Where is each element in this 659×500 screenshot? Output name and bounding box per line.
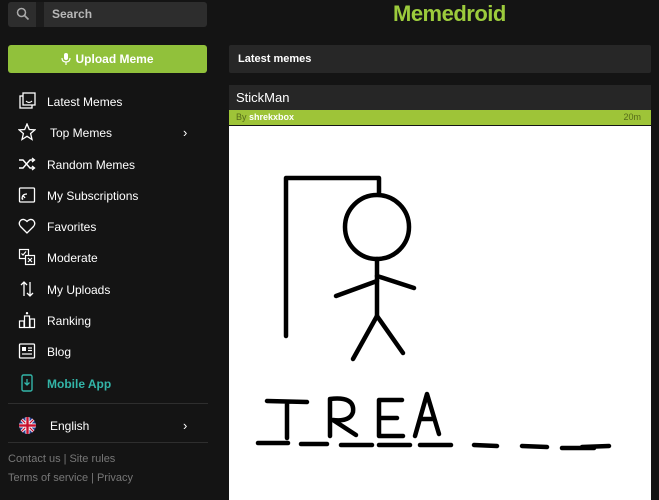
- sidebar-item-moderate[interactable]: Moderate: [0, 242, 218, 273]
- sidebar-nav: Latest Memes Top Memes › Random Memes My…: [0, 86, 218, 399]
- meme-card: StickMan By shrekxbox 20m: [229, 85, 651, 500]
- upload-meme-button[interactable]: Upload Meme: [8, 45, 207, 73]
- meme-title-bar[interactable]: StickMan: [229, 85, 651, 110]
- section-title: Latest memes: [238, 53, 312, 65]
- star-icon: [18, 123, 36, 142]
- language-label: English: [50, 419, 90, 433]
- sidebar-item-mobile-app[interactable]: Mobile App: [0, 368, 218, 399]
- sidebar-item-label: Moderate: [47, 251, 98, 266]
- chevron-right-icon: ›: [183, 125, 188, 141]
- post-age: 20m: [623, 112, 641, 122]
- meme-byline: By shrekxbox 20m: [229, 110, 651, 125]
- privacy-link[interactable]: Privacy: [97, 472, 133, 484]
- sidebar-item-label: Mobile App: [47, 376, 112, 391]
- sidebar-item-my-uploads[interactable]: My Uploads: [0, 274, 218, 305]
- separator: |: [91, 472, 94, 484]
- mobile-icon: [21, 373, 33, 392]
- search-input[interactable]: [52, 5, 202, 23]
- search-box[interactable]: [8, 2, 207, 27]
- sidebar-item-latest-memes[interactable]: Latest Memes: [0, 86, 218, 117]
- sidebar-item-ranking[interactable]: Ranking: [0, 305, 218, 336]
- divider: [8, 403, 208, 404]
- shuffle-icon: [19, 157, 36, 171]
- sidebar-item-label: Latest Memes: [47, 95, 123, 109]
- hangman-drawing: [255, 175, 612, 451]
- site-logo[interactable]: Memedroid: [393, 1, 506, 27]
- meme-image[interactable]: [229, 126, 651, 500]
- sidebar-item-label: Random Memes: [47, 157, 136, 172]
- sidebar-item-random-memes[interactable]: Random Memes: [0, 149, 218, 180]
- sidebar-item-label: My Subscriptions: [47, 188, 139, 203]
- top-bar: Memedroid: [0, 0, 659, 30]
- sidebar-item-label: Top Memes: [50, 126, 113, 141]
- sidebar-item-label: My Uploads: [47, 282, 111, 297]
- sidebar-item-favorites[interactable]: Favorites: [0, 211, 218, 242]
- sidebar-item-label: Favorites: [47, 220, 97, 235]
- sidebar-item-my-subscriptions[interactable]: My Subscriptions: [0, 180, 218, 211]
- upload-meme-label: Upload Meme: [75, 52, 154, 66]
- heart-icon: [18, 219, 36, 235]
- sidebar: Upload Meme Latest Memes Top Memes › Ran…: [0, 30, 218, 500]
- sidebar-item-label: Blog: [47, 345, 72, 360]
- sidebar-item-label: Ranking: [47, 314, 92, 329]
- moderate-icon: [18, 249, 36, 266]
- search-separator: [36, 2, 44, 27]
- terms-link[interactable]: Terms of service: [8, 472, 88, 484]
- sidebar-item-top-memes[interactable]: Top Memes ›: [0, 117, 218, 148]
- divider: [8, 442, 208, 443]
- latest-icon: [19, 92, 36, 109]
- site-rules-link[interactable]: Site rules: [69, 453, 115, 465]
- chevron-right-icon: ›: [183, 418, 188, 433]
- contact-link[interactable]: Contact us: [8, 453, 61, 465]
- footer-links: Contact us | Site rules Terms of service | P…: [8, 450, 133, 488]
- separator: |: [63, 453, 67, 465]
- author-link[interactable]: shrekxbox: [249, 112, 294, 122]
- blog-icon: [18, 343, 36, 360]
- language-selector[interactable]: English ›: [0, 409, 218, 440]
- subscriptions-icon: [18, 187, 36, 203]
- byline-text: By shrekxbox: [236, 112, 295, 122]
- uk-flag-icon: [19, 417, 36, 434]
- sidebar-item-blog[interactable]: Blog: [0, 336, 218, 367]
- upload-icon: [61, 53, 72, 65]
- section-header: Latest memes: [229, 45, 651, 73]
- ranking-icon: [18, 312, 36, 329]
- search-icon[interactable]: [16, 7, 30, 21]
- main-content: Latest memes StickMan By shrekxbox 20m: [229, 45, 651, 500]
- meme-title[interactable]: StickMan: [236, 90, 289, 105]
- uploads-icon: [20, 280, 34, 297]
